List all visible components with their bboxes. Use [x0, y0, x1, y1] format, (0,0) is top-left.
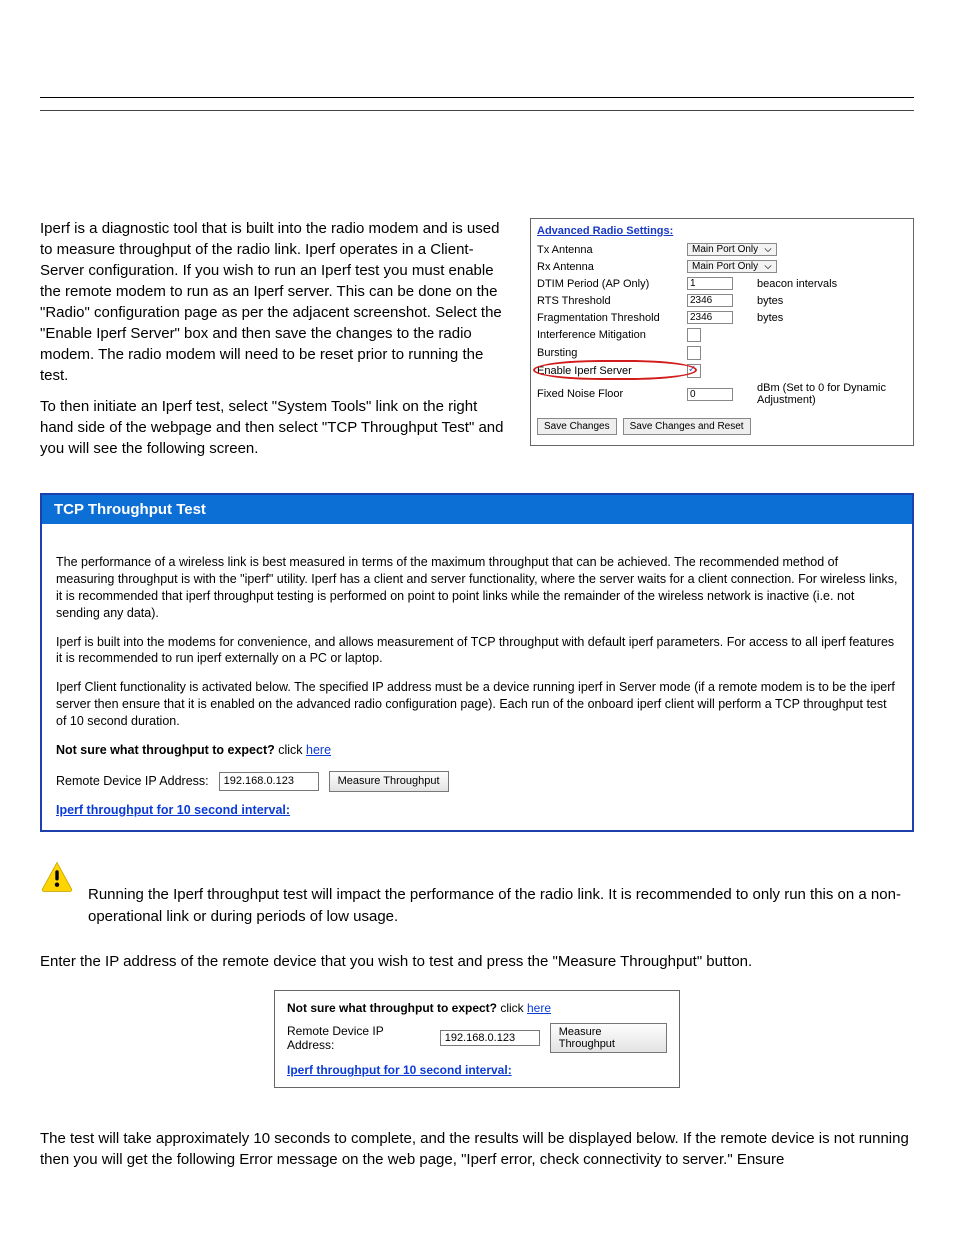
tx-antenna-label: Tx Antenna [537, 244, 687, 256]
burst-label: Bursting [537, 347, 687, 359]
mini-hint-prefix: Not sure what throughput to expect? [287, 1001, 497, 1015]
panel-hint-link[interactable]: here [306, 743, 331, 757]
mini-hint-mid: click [497, 1001, 527, 1015]
rx-antenna-label: Rx Antenna [537, 261, 687, 273]
panel-hint-prefix: Not sure what throughput to expect? [56, 743, 275, 757]
page-header-right: RF Technology Training Series – EK45 [40, 0, 914, 27]
frag-label: Fragmentation Threshold [537, 312, 687, 324]
noise-unit: dBm (Set to 0 for Dynamic Adjustment) [757, 382, 907, 406]
frag-unit: bytes [757, 312, 907, 324]
rts-label: RTS Threshold [537, 295, 687, 307]
mini-hint-link[interactable]: here [527, 1001, 551, 1015]
rule-top [40, 97, 914, 98]
mini-ip-input[interactable]: 192.168.0.123 [440, 1030, 540, 1046]
rts-unit: bytes [757, 295, 907, 307]
interval-heading: Iperf throughput for 10 second interval: [56, 802, 898, 819]
panel-p2: Iperf is built into the modems for conve… [56, 634, 898, 668]
ip-label: Remote Device IP Address: [56, 773, 209, 790]
interf-label: Interference Mitigation [537, 329, 687, 341]
tail-paragraph: The test will take approximately 10 seco… [40, 1128, 914, 1170]
tcp-throughput-panel: TCP Throughput Test The performance of a… [40, 493, 914, 832]
chevron-down-icon [764, 246, 772, 254]
instruction-text: Enter the IP address of the remote devic… [40, 951, 914, 972]
iperf-label: Enable Iperf Server [537, 365, 687, 377]
noise-input[interactable]: 0 [687, 388, 733, 401]
interf-checkbox[interactable] [687, 328, 701, 342]
panel-title: TCP Throughput Test [42, 495, 912, 524]
noise-label: Fixed Noise Floor [537, 388, 687, 400]
panel-p1: The performance of a wireless link is be… [56, 554, 898, 622]
section-subtitle: (On Board Diagnostics – No Additional So… [40, 161, 914, 178]
rx-antenna-select[interactable]: Main Port Only [687, 260, 777, 273]
rx-antenna-value: Main Port Only [692, 261, 758, 272]
dtim-label: DTIM Period (AP Only) [537, 278, 687, 290]
tx-antenna-value: Main Port Only [692, 244, 758, 255]
save-changes-button[interactable]: Save Changes [537, 418, 617, 435]
measure-throughput-button[interactable]: Measure Throughput [329, 771, 449, 792]
iperf-checkbox[interactable] [687, 364, 701, 378]
advanced-radio-settings-figure: Advanced Radio Settings: Tx Antenna Main… [530, 218, 914, 446]
panel-hint: Not sure what throughput to expect? clic… [56, 742, 898, 759]
dtim-input[interactable]: 1 [687, 277, 733, 290]
ip-input[interactable]: 192.168.0.123 [219, 772, 319, 791]
panel-p3: Iperf Client functionality is activated … [56, 679, 898, 730]
figure-title: Advanced Radio Settings: [537, 225, 907, 237]
tx-antenna-select[interactable]: Main Port Only [687, 243, 777, 256]
mini-ip-label: Remote Device IP Address: [287, 1024, 430, 1052]
caution-text: Running the Iperf throughput test will i… [88, 884, 914, 928]
panel-hint-mid: click [275, 743, 306, 757]
burst-checkbox[interactable] [687, 346, 701, 360]
frag-input[interactable]: 2346 [687, 311, 733, 324]
mini-measure-button[interactable]: Measure Throughput [550, 1023, 667, 1053]
rule-sub [40, 110, 914, 111]
caution-label: CAUTION [88, 860, 914, 877]
caution-icon [40, 860, 74, 894]
save-reset-button[interactable]: Save Changes and Reset [623, 418, 751, 435]
chevron-down-icon [764, 263, 772, 271]
mini-interval-heading: Iperf throughput for 10 second interval: [287, 1063, 667, 1077]
section-title: 4.1 – Iperf – RF Link Quality Test [40, 129, 914, 155]
dtim-unit: beacon intervals [757, 278, 907, 290]
mini-throughput-frame: Not sure what throughput to expect? clic… [274, 990, 680, 1088]
rts-input[interactable]: 2346 [687, 294, 733, 307]
